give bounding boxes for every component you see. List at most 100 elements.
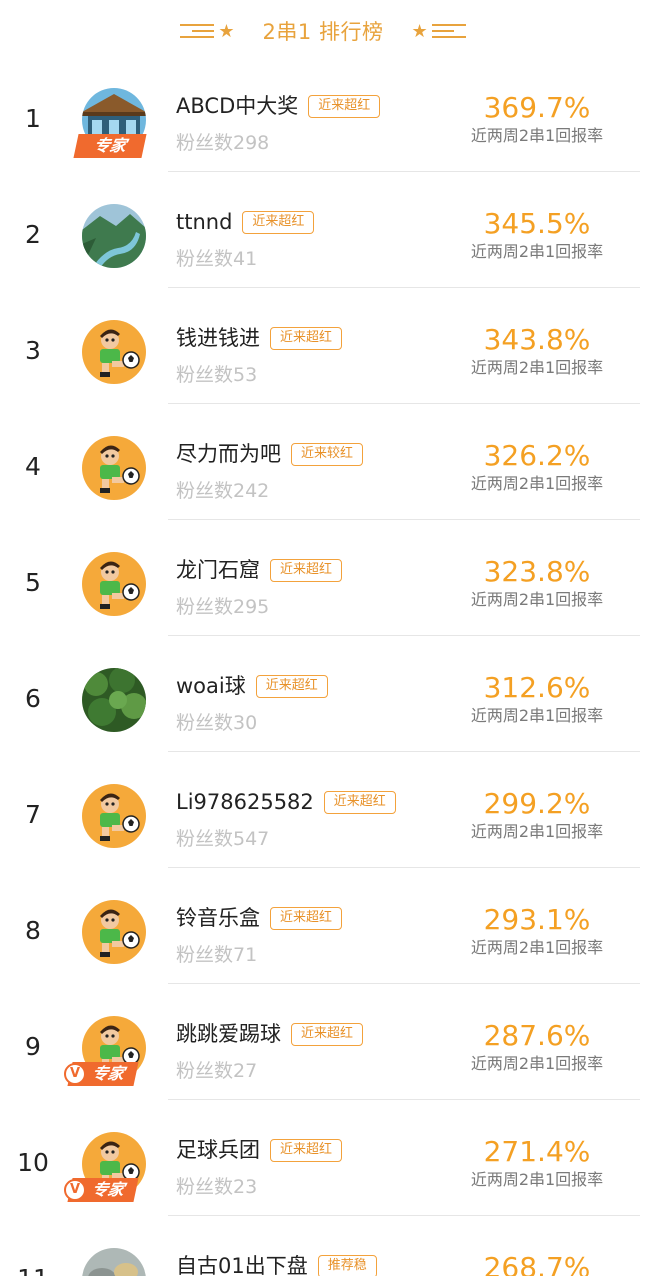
rate-value: 323.8% <box>483 555 591 588</box>
ranking-row-5[interactable]: 5 龙门石窟 近来超红 粉丝数295 323.8% 近两周2串1回报率 <box>0 520 646 636</box>
status-tag: 近来超红 <box>270 1138 343 1162</box>
decor-lines-icon <box>431 24 466 38</box>
rate-value: 343.8% <box>483 323 591 356</box>
rank-number: 8 <box>25 916 41 945</box>
status-tag: 近来超红 <box>291 1022 364 1046</box>
name-line: 铃音乐盒 近来超红 <box>176 904 343 932</box>
rate-label: 近两周2串1回报率 <box>470 242 604 261</box>
avatar-soccer-player[interactable] <box>82 320 146 384</box>
name-line: 足球兵团 近来超红 <box>176 1136 343 1164</box>
user-name[interactable]: 足球兵团 <box>176 1136 260 1164</box>
name-line: Li978625582 近来超红 <box>176 788 396 816</box>
avatar-soccer-player[interactable] <box>82 436 146 500</box>
avatar-soccer-player[interactable] <box>82 900 146 964</box>
rank-number: 7 <box>25 800 41 829</box>
fans-count: 粉丝数547 <box>176 828 270 850</box>
user-name[interactable]: ABCD中大奖 <box>176 92 298 120</box>
verified-v-icon: V <box>64 1179 86 1201</box>
name-line: 尽力而为吧 近来较红 <box>176 440 364 468</box>
avatar-river-valley[interactable] <box>82 204 146 268</box>
rate-value: 345.5% <box>483 207 591 240</box>
expert-badge-label: 专家 <box>90 1064 127 1083</box>
return-rate: 287.6% 近两周2串1回报率 <box>452 1020 622 1075</box>
ranking-row-9[interactable]: 9 跳跳爱踢球 近来超红 粉丝数27 287.6% 近两周2串1回报率 V 专家 <box>0 984 646 1100</box>
name-line: 自古01出下盘 推荐稳 <box>176 1252 377 1276</box>
return-rate: 369.7% 近两周2串1回报率 <box>452 92 622 147</box>
ranking-list: 1 ABCD中大奖 近来超红 粉丝数298 369.7% 近两周2串1回报率 专… <box>0 56 646 1276</box>
return-rate: 293.1% 近两周2串1回报率 <box>452 904 622 959</box>
rank-number: 5 <box>25 568 41 597</box>
fans-count: 粉丝数27 <box>176 1060 258 1082</box>
name-line: 龙门石窟 近来超红 <box>176 556 343 584</box>
page-title: 2串1 排行榜 <box>262 20 384 44</box>
return-rate: 326.2% 近两周2串1回报率 <box>452 440 622 495</box>
ranking-header: ★ 2串1 排行榜 ★ <box>0 0 646 62</box>
rank-number: 1 <box>25 104 41 133</box>
rank-number: 10 <box>17 1148 49 1177</box>
user-name[interactable]: 跳跳爱踢球 <box>176 1020 281 1048</box>
star-icon: ★ <box>218 20 235 42</box>
expert-badge-label: 专家 <box>90 1180 127 1199</box>
user-name[interactable]: 龙门石窟 <box>176 556 260 584</box>
user-name[interactable]: 尽力而为吧 <box>176 440 281 468</box>
star-icon: ★ <box>411 20 428 42</box>
return-rate: 343.8% 近两周2串1回报率 <box>452 324 622 379</box>
status-tag: 近来超红 <box>270 906 343 930</box>
name-line: woai球 近来超红 <box>176 672 328 700</box>
fans-count: 粉丝数242 <box>176 480 270 502</box>
decor-lines-icon <box>180 24 215 38</box>
return-rate: 312.6% 近两周2串1回报率 <box>452 672 622 727</box>
ranking-row-3[interactable]: 3 钱进钱进 近来超红 粉丝数53 343.8% 近两周2串1回报率 <box>0 288 646 404</box>
rate-label: 近两周2串1回报率 <box>470 474 604 493</box>
return-rate: 323.8% 近两周2串1回报率 <box>452 556 622 611</box>
user-name[interactable]: 自古01出下盘 <box>176 1252 308 1276</box>
rate-value: 268.7% <box>483 1251 591 1276</box>
rate-label: 近两周2串1回报率 <box>470 1054 604 1073</box>
rate-label: 近两周2串1回报率 <box>470 358 604 377</box>
name-line: 跳跳爱踢球 近来超红 <box>176 1020 364 1048</box>
header-left-decoration: ★ <box>176 20 235 42</box>
fans-count: 粉丝数295 <box>176 596 270 618</box>
avatar-soccer-player[interactable] <box>82 552 146 616</box>
return-rate: 268.7% <box>452 1252 622 1276</box>
rate-label: 近两周2串1回报率 <box>470 126 604 145</box>
return-rate: 299.2% 近两周2串1回报率 <box>452 788 622 843</box>
ranking-row-6[interactable]: 6 woai球 近来超红 粉丝数30 312.6% 近两周2串1回报率 <box>0 636 646 752</box>
ranking-row-11[interactable]: 11 自古01出下盘 推荐稳 268.7% <box>0 1216 646 1276</box>
rank-number: 3 <box>25 336 41 365</box>
ranking-row-8[interactable]: 8 铃音乐盒 近来超红 粉丝数71 293.1% 近两周2串1回报率 <box>0 868 646 984</box>
rank-number: 6 <box>25 684 41 713</box>
rank-number: 9 <box>25 1032 41 1061</box>
fans-count: 粉丝数53 <box>176 364 258 386</box>
user-name[interactable]: woai球 <box>176 672 246 700</box>
verified-v-icon: V <box>64 1063 86 1085</box>
ranking-row-1[interactable]: 1 ABCD中大奖 近来超红 粉丝数298 369.7% 近两周2串1回报率 专… <box>0 56 646 172</box>
name-line: ttnnd 近来超红 <box>176 208 315 236</box>
ranking-row-2[interactable]: 2 ttnnd 近来超红 粉丝数41 345.5% 近两周2串1回报率 <box>0 172 646 288</box>
avatar-rocks[interactable] <box>82 1248 146 1276</box>
ranking-row-4[interactable]: 4 尽力而为吧 近来较红 粉丝数242 326.2% 近两周2串1回报率 <box>0 404 646 520</box>
rate-label: 近两周2串1回报率 <box>470 822 604 841</box>
ranking-row-7[interactable]: 7 Li978625582 近来超红 粉丝数547 299.2% 近两周2串1回… <box>0 752 646 868</box>
avatar-soccer-player[interactable] <box>82 784 146 848</box>
header-right-decoration: ★ <box>411 21 469 42</box>
avatar-forest[interactable] <box>82 668 146 732</box>
user-name[interactable]: ttnnd <box>176 208 232 236</box>
fans-count: 粉丝数30 <box>176 712 258 734</box>
rate-value: 271.4% <box>483 1135 591 1168</box>
rate-value: 326.2% <box>483 439 591 472</box>
return-rate: 345.5% 近两周2串1回报率 <box>452 208 622 263</box>
user-name[interactable]: Li978625582 <box>176 788 314 816</box>
rate-value: 369.7% <box>483 91 591 124</box>
ranking-row-10[interactable]: 10 足球兵团 近来超红 粉丝数23 271.4% 近两周2串1回报率 V 专家 <box>0 1100 646 1216</box>
rank-number: 4 <box>25 452 41 481</box>
status-tag: 近来超红 <box>242 210 315 234</box>
name-line: 钱进钱进 近来超红 <box>176 324 343 352</box>
status-tag: 近来超红 <box>270 558 343 582</box>
rate-label: 近两周2串1回报率 <box>470 590 604 609</box>
user-name[interactable]: 铃音乐盒 <box>176 904 260 932</box>
return-rate: 271.4% 近两周2串1回报率 <box>452 1136 622 1191</box>
user-name[interactable]: 钱进钱进 <box>176 324 260 352</box>
name-line: ABCD中大奖 近来超红 <box>176 92 381 120</box>
fans-count: 粉丝数298 <box>176 132 270 154</box>
